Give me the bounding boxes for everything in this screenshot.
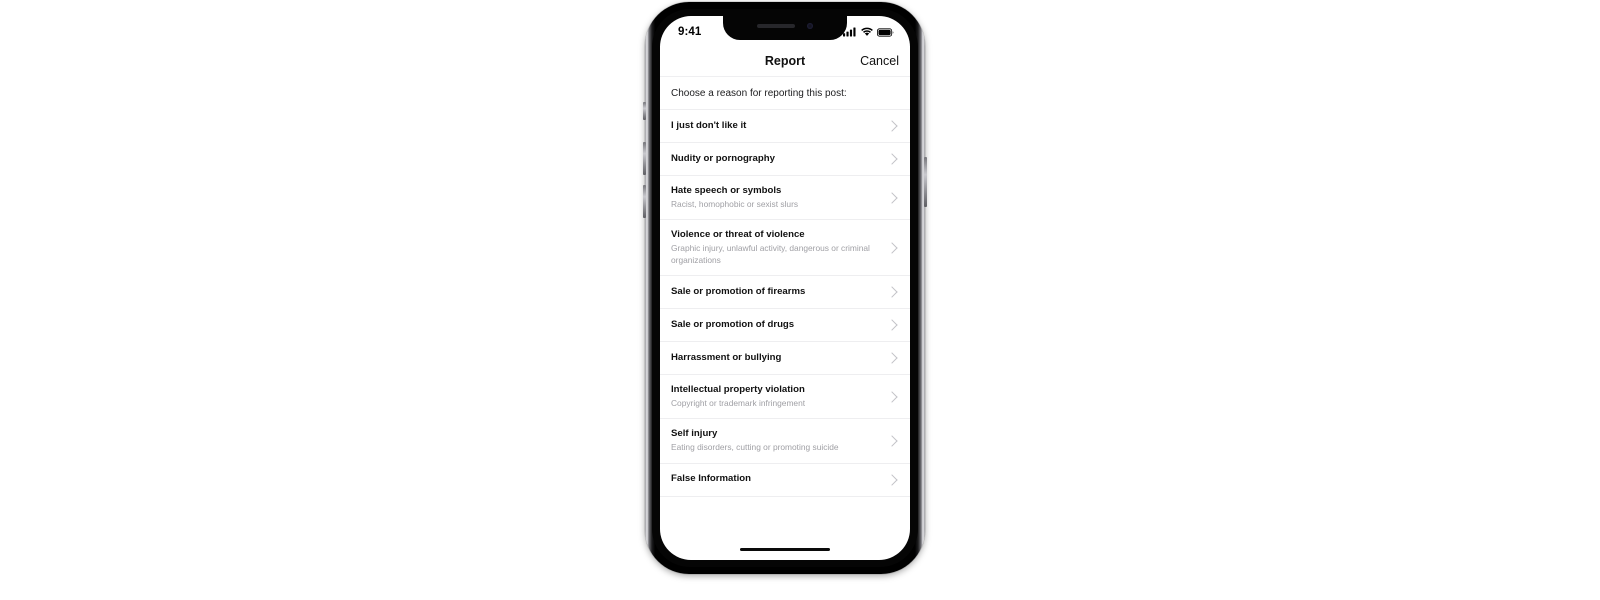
- reason-title: False Information: [671, 473, 751, 485]
- cancel-button[interactable]: Cancel: [860, 54, 899, 68]
- chevron-right-icon: [886, 242, 898, 254]
- reason-text-group: Sale or promotion of firearms: [671, 286, 817, 299]
- nav-header: Report Cancel: [660, 46, 910, 77]
- chevron-right-icon: [886, 153, 898, 165]
- reason-subtitle: Eating disorders, cutting or promoting s…: [671, 442, 839, 452]
- volume-down-button[interactable]: [643, 185, 646, 218]
- reason-title: Sale or promotion of drugs: [671, 318, 795, 330]
- cellular-signal-icon: [843, 27, 856, 37]
- reason-title: Violence or threat of violence: [671, 229, 805, 241]
- reason-row[interactable]: Violence or threat of violence Graphic in…: [660, 220, 910, 277]
- reason-row[interactable]: Self injury Eating disorders, cutting or …: [660, 419, 910, 464]
- reason-text-group: False Information: [671, 473, 763, 486]
- reason-title: Intellectual property violation: [671, 384, 805, 396]
- reason-subtitle: Graphic injury, unlawful activity, dange…: [671, 242, 870, 265]
- chevron-right-icon: [886, 391, 898, 403]
- reason-title: Nudity or pornography: [671, 152, 775, 164]
- chevron-right-icon: [886, 120, 898, 132]
- prompt-text: Choose a reason for reporting this post:: [671, 88, 847, 99]
- battery-icon: [877, 27, 894, 37]
- reason-title: Harrassment or bullying: [671, 351, 782, 363]
- reason-row[interactable]: Hate speech or symbols Racist, homophobic…: [660, 176, 910, 221]
- reason-text-group: Nudity or pornography: [671, 153, 787, 166]
- reason-title: Hate speech or symbols: [671, 185, 782, 196]
- reason-text-group: Self injury Eating disorders, cutting or …: [671, 428, 851, 453]
- silent-switch-button[interactable]: [643, 102, 646, 120]
- reason-text-group: Intellectual property violation Copyright…: [671, 384, 817, 409]
- chevron-right-icon: [886, 286, 898, 298]
- reason-row[interactable]: I just don't like it: [660, 110, 910, 143]
- page-title: Report: [764, 54, 806, 68]
- chevron-right-icon: [886, 473, 898, 486]
- reason-title: Sale or promotion of firearms: [671, 285, 806, 297]
- reason-title: I just don't like it: [671, 119, 747, 131]
- reason-row[interactable]: False Information: [660, 463, 910, 497]
- home-indicator[interactable]: [740, 547, 830, 551]
- phone-screen: 9:41 Report Cancel Choose a reason for r…: [660, 16, 910, 560]
- chevron-right-icon: [886, 191, 898, 204]
- status-time: 9:41: [678, 26, 702, 38]
- chevron-right-icon: [886, 352, 898, 364]
- reason-list: I just don't like it Nudity or pornograph…: [660, 109, 910, 497]
- power-button[interactable]: [924, 157, 927, 207]
- reason-text-group: Sale or promotion of drugs: [671, 319, 806, 332]
- status-icons: [843, 27, 894, 37]
- chevron-right-icon: [886, 435, 898, 447]
- reason-text-group: Hate speech or symbols Racist, homophobic…: [671, 185, 810, 210]
- wifi-icon: [861, 27, 873, 36]
- volume-up-button[interactable]: [643, 142, 646, 175]
- reason-row[interactable]: Nudity or pornography: [660, 143, 910, 176]
- reason-text-group: Violence or threat of violence Graphic in…: [671, 229, 887, 266]
- reason-title: Self injury: [671, 428, 718, 440]
- reason-text-group: Harrassment or bullying: [671, 352, 793, 365]
- reason-row[interactable]: Sale or promotion of drugs: [660, 309, 910, 343]
- reason-subtitle: Copyright or trademark infringement: [671, 397, 806, 408]
- phone-device-frame: 9:41 Report Cancel Choose a reason for r…: [643, 2, 927, 574]
- reason-row[interactable]: Sale or promotion of firearms: [660, 276, 910, 310]
- chevron-right-icon: [886, 319, 898, 331]
- reason-row[interactable]: Harrassment or bullying: [660, 342, 910, 376]
- reason-row[interactable]: Intellectual property violation Copyright…: [660, 375, 910, 420]
- prompt-row: Choose a reason for reporting this post:: [660, 77, 910, 109]
- status-bar: 9:41: [660, 16, 910, 46]
- reason-subtitle: Racist, homophobic or sexist slurs: [671, 198, 799, 209]
- reason-text-group: I just don't like it: [671, 120, 758, 133]
